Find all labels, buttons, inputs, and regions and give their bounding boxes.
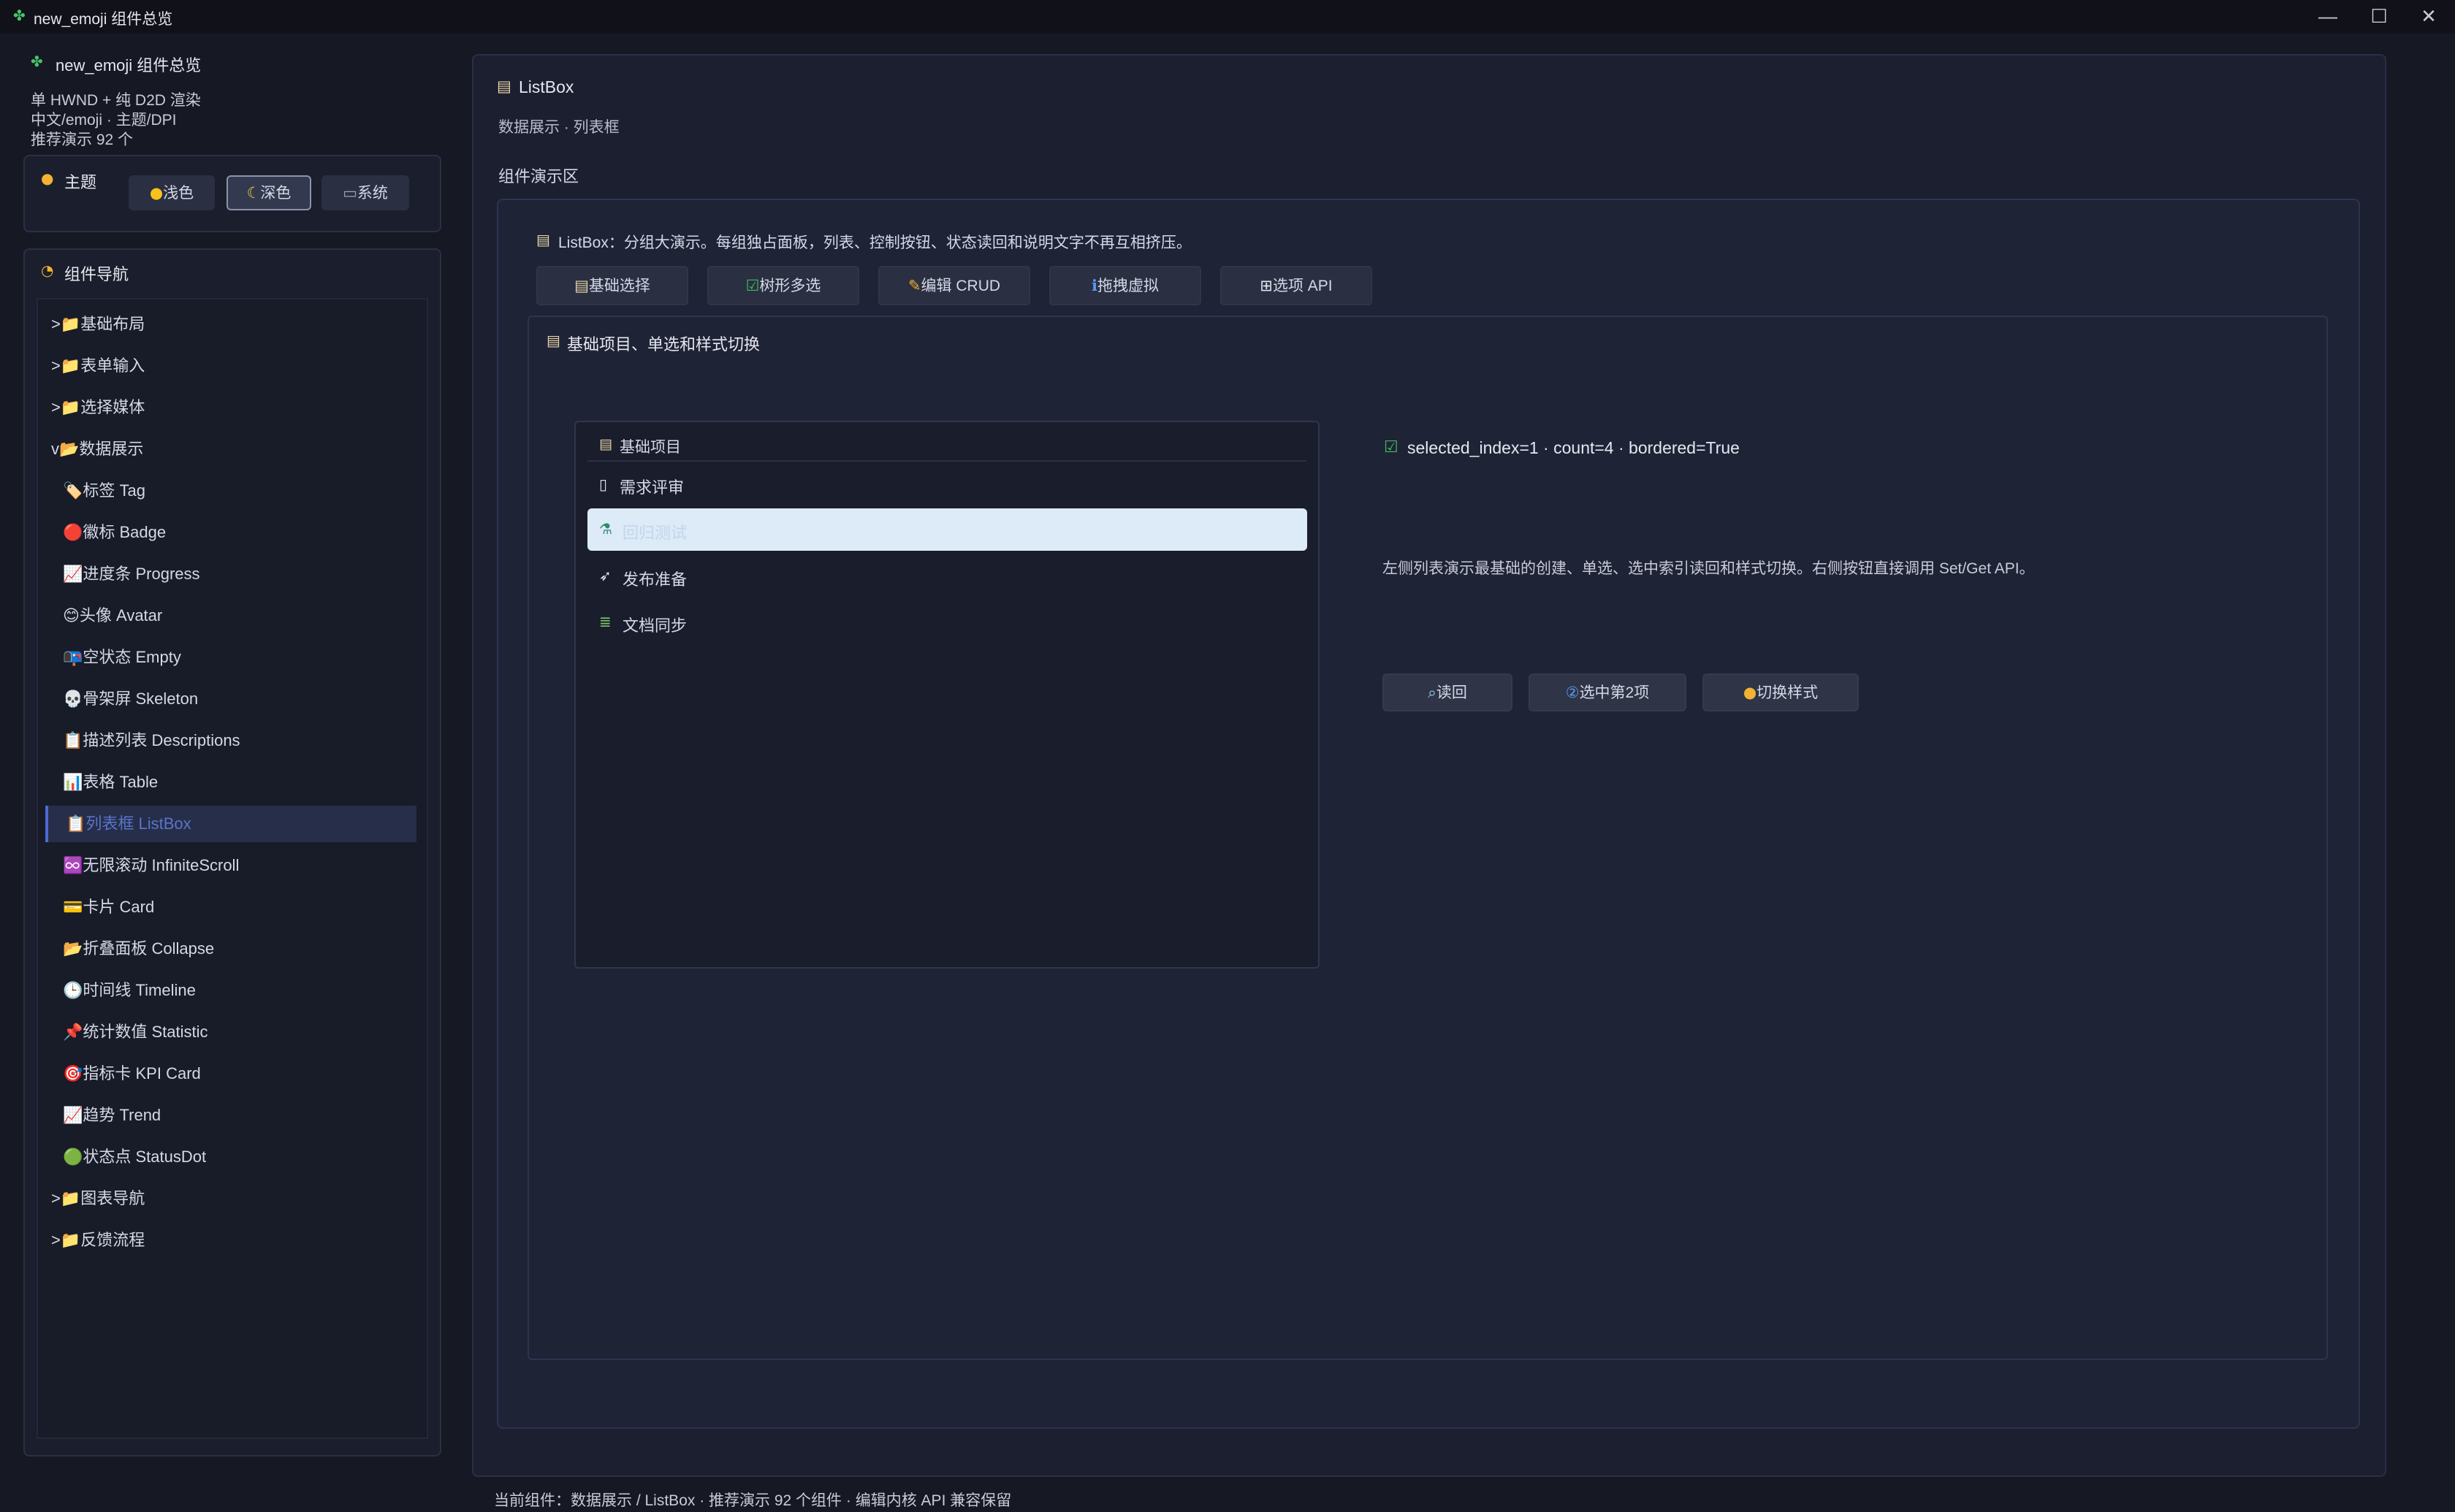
document-icon: ▯ [599, 476, 608, 493]
nav-item-trend[interactable]: 📈趋势 Trend [63, 1097, 416, 1134]
nav-item-listbox[interactable]: 📋列表框 ListBox [45, 806, 416, 842]
nav-item-status-dot[interactable]: 🟢状态点 StatusDot [63, 1139, 416, 1175]
read-back-button[interactable]: ⌕读回 [1382, 673, 1512, 711]
nav-item-infinite-scroll[interactable]: ♾️无限滚动 InfiniteScroll [63, 847, 416, 884]
moon-icon: ☾ [246, 184, 261, 202]
magnifier-icon: ⌕ [1428, 684, 1436, 701]
tab-edit-crud[interactable]: ✎编辑 CRUD [878, 266, 1030, 305]
maximize-button[interactable]: ☐ [2354, 0, 2404, 34]
nav-item-tag[interactable]: 🏷️标签 Tag [63, 473, 416, 509]
nav-item-avatar[interactable]: 😊头像 Avatar [63, 597, 416, 634]
test-tube-icon: ⚗ [599, 520, 612, 538]
nav-item-card[interactable]: 💳卡片 Card [63, 889, 416, 925]
nav-item-progress[interactable]: 📈进度条 Progress [63, 556, 416, 592]
hint-text: 左侧列表演示最基础的创建、单选、选中索引读回和样式切换。右侧按钮直接调用 Set… [1382, 560, 2035, 577]
clipboard-icon: ▤ [536, 231, 550, 248]
sidebar-info-line: 推荐演示 92 个 [31, 131, 134, 148]
minimize-button[interactable]: — [2303, 0, 2353, 34]
check-box-icon: ☑ [1384, 438, 1398, 457]
number-2-icon: ② [1565, 684, 1580, 701]
listbox[interactable] [574, 421, 1320, 969]
tab-options-api[interactable]: ⊞选项 API [1220, 266, 1372, 305]
listbox-item-selected[interactable] [587, 508, 1307, 551]
nav-group-chart-nav[interactable]: >📁图表导航 [51, 1180, 416, 1217]
close-button[interactable]: ✕ [2404, 0, 2454, 34]
nav-item-table[interactable]: 📊表格 Table [63, 764, 416, 801]
grid-icon: ⊞ [1260, 277, 1273, 294]
listbox-group-header: 基础项目 [620, 439, 681, 456]
puzzle-icon: ✤ [13, 7, 26, 24]
palette-icon: ● [41, 169, 54, 187]
nav-item-descriptions[interactable]: 📋描述列表 Descriptions [63, 722, 416, 759]
section-title: 基础项目、单选和样式切换 [567, 335, 761, 354]
window-title: new_emoji 组件总览 [34, 11, 173, 28]
clipboard-icon: ▤ [574, 277, 589, 294]
demo-area-label: 组件演示区 [498, 167, 579, 186]
nav-item-empty[interactable]: 📭空状态 Empty [63, 639, 416, 676]
nav-item-skeleton[interactable]: 💀骨架屏 Skeleton [63, 681, 416, 717]
theme-label: 主题 [64, 173, 97, 191]
listbox-item[interactable]: 发布准备 [623, 567, 687, 590]
theme-system-button[interactable]: ▭系统 [321, 175, 409, 210]
nav-item-collapse[interactable]: 📂折叠面板 Collapse [63, 931, 416, 967]
puzzle-icon: ✤ [31, 53, 43, 70]
theme-dark-button[interactable]: ☾深色 [227, 175, 311, 210]
books-icon: ≣ [599, 613, 612, 630]
nav-group-basic-layout[interactable]: >📁基础布局 [51, 306, 416, 343]
status-bar: 当前组件：数据展示 / ListBox · 推荐演示 92 个组件 · 编辑内核… [494, 1492, 1012, 1509]
title-bar: ✤ new_emoji 组件总览 — ☐ ✕ [0, 0, 2455, 34]
theme-light-button[interactable]: ●浅色 [129, 175, 215, 210]
nav-item-kpi-card[interactable]: 🎯指标卡 KPI Card [63, 1055, 416, 1092]
nav-group-select-media[interactable]: >📁选择媒体 [51, 389, 416, 426]
nav-label: 组件导航 [64, 265, 129, 283]
nav-item-statistic[interactable]: 📌统计数值 Statistic [63, 1014, 416, 1050]
listbox-item[interactable]: 文档同步 [623, 613, 687, 636]
sidebar-app-title: new_emoji 组件总览 [56, 56, 202, 75]
listbox-header-divider [587, 460, 1306, 462]
status-readout: selected_index=1 · count=4 · bordered=Tr… [1407, 438, 1740, 457]
nav-group-data-display[interactable]: v📂数据展示 [51, 431, 416, 467]
tab-drag-virtual[interactable]: ℹ拖拽虚拟 [1049, 266, 1201, 305]
tab-basic-select[interactable]: ▤基础选择 [536, 266, 688, 305]
nav-group-form-input[interactable]: >📁表单输入 [51, 348, 416, 384]
laptop-icon: ▭ [343, 184, 357, 202]
sun-icon: ● [149, 184, 164, 202]
clipboard-icon: ▤ [599, 436, 612, 452]
nav-item-timeline[interactable]: 🕒时间线 Timeline [63, 972, 416, 1009]
check-box-icon: ☑ [745, 277, 760, 294]
nav-group-feedback[interactable]: >📁反馈流程 [51, 1222, 416, 1259]
info-icon: ℹ [1092, 277, 1097, 294]
clipboard-icon: ▤ [497, 77, 511, 95]
compass-icon: ◔ [41, 261, 54, 279]
page-subtitle: 数据展示 · 列表框 [498, 119, 620, 136]
toggle-style-button[interactable]: ●切换样式 [1702, 673, 1859, 711]
tab-tree-multi-select[interactable]: ☑树形多选 [707, 266, 859, 305]
sidebar-info-line: 单 HWND + 纯 D2D 渲染 [31, 92, 201, 109]
page-title: ListBox [519, 77, 574, 96]
clipboard-icon: ▤ [547, 332, 560, 349]
listbox-item-label: 回归测试 [623, 524, 688, 542]
select-second-button[interactable]: ②选中第2项 [1529, 673, 1686, 711]
sidebar-info-line: 中文/emoji · 主题/DPI [31, 112, 177, 129]
listbox-item[interactable]: 需求评审 [620, 475, 684, 498]
nav-item-badge[interactable]: 🔴徽标 Badge [63, 514, 416, 551]
rocket-icon: ➶ [599, 567, 612, 584]
pencil-icon: ✎ [907, 277, 921, 294]
palette-icon: ● [1743, 684, 1757, 701]
demo-description: ListBox：分组大演示。每组独占面板，列表、控制按钮、状态读回和说明文字不再… [558, 234, 1192, 251]
